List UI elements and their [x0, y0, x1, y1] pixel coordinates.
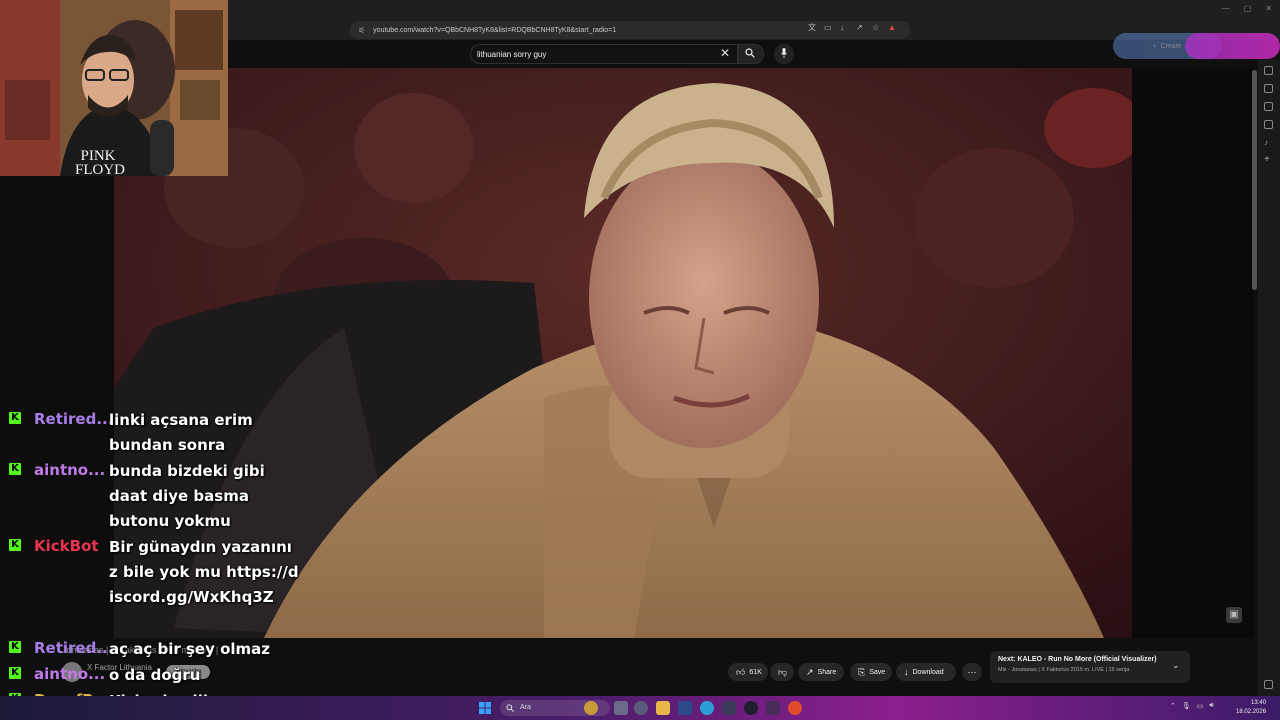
kick-chat-overlay: K Retired... linki açsana erim bundan so…: [0, 404, 300, 720]
taskbar-app-2[interactable]: [614, 701, 628, 715]
thumbs-up-icon: 👍︎: [736, 666, 746, 677]
like-button[interactable]: 👍︎ 61K: [728, 663, 768, 681]
chat-username: KickBot: [34, 537, 99, 555]
webcam-frame: PINK FLOYD: [0, 0, 228, 176]
download-label: Download: [912, 668, 944, 676]
system-tray: ⌃ 🎙︎ ▭ 🔊︎: [1170, 702, 1214, 710]
kick-badge-icon: K: [9, 641, 21, 653]
url-text: youtube.com/watch?v=QBbCNH8TyK8&list=RDQ…: [373, 26, 617, 34]
sidebar-icon-3[interactable]: [1264, 102, 1273, 111]
volume-icon[interactable]: 🔊︎: [1209, 702, 1213, 710]
search-input[interactable]: lithuanian sorry guy: [470, 44, 738, 64]
sidebar-icon-2[interactable]: [1264, 84, 1273, 93]
taskbar-app-10[interactable]: [788, 701, 802, 715]
windows-start-icon[interactable]: [479, 702, 491, 714]
create-label: Create: [1160, 42, 1182, 50]
notification-overlay: [1185, 33, 1280, 59]
edge-icon[interactable]: [700, 701, 714, 715]
chat-username: Retired...: [34, 639, 114, 657]
translate-icon[interactable]: 文: [808, 24, 816, 32]
search-icon: [506, 704, 514, 712]
chat-text: o da doğru: [109, 666, 201, 684]
mic-icon: [781, 48, 787, 58]
kick-badge-icon: K: [9, 667, 21, 679]
share-label: Share: [817, 668, 837, 676]
thumbs-down-icon: 👎︎: [778, 666, 788, 677]
download-button[interactable]: ↓ Download: [896, 663, 956, 681]
save-button[interactable]: ⎘ Save: [850, 663, 892, 681]
taskbar-app-8[interactable]: [744, 701, 758, 715]
sidebar-icon-1[interactable]: [1264, 66, 1273, 75]
kick-badge-icon: K: [9, 539, 21, 551]
settings-icon[interactable]: [1264, 680, 1273, 689]
taskbar-app-7[interactable]: [722, 701, 736, 715]
next-up-card[interactable]: Next: KALEO - Run No More (Official Visu…: [990, 651, 1190, 683]
share-button[interactable]: ↗ Share: [798, 663, 844, 681]
like-count: 61K: [749, 668, 762, 676]
right-dark-panel: [1132, 68, 1254, 638]
more-icon: ⋯: [967, 666, 977, 677]
dislike-button[interactable]: 👎︎: [770, 663, 794, 681]
download-icon[interactable]: ↓: [840, 24, 848, 32]
close-window-icon[interactable]: ✕: [1265, 4, 1272, 13]
taskbar-clock[interactable]: 13:40 18.02.2026: [1236, 699, 1266, 717]
maximize-icon[interactable]: ▢: [1244, 4, 1252, 13]
clear-search-icon[interactable]: ✕: [720, 47, 730, 59]
more-actions-button[interactable]: ⋯: [962, 663, 982, 681]
clock-date: 18.02.2026: [1236, 709, 1267, 715]
taskbar-app-1[interactable]: [584, 701, 598, 715]
download-arrow-icon: ↓: [904, 667, 909, 677]
window-controls: — ▢ ✕: [1222, 4, 1272, 13]
page-scrollbar[interactable]: [1252, 70, 1257, 290]
webcam-overlay: PINK FLOYD: [0, 0, 228, 176]
add-icon[interactable]: +: [1264, 154, 1273, 165]
browser-sidebar: ♪ +: [1258, 60, 1280, 720]
tray-chevron-icon[interactable]: ⌃: [1170, 702, 1176, 710]
sidebar-icon-4[interactable]: [1264, 120, 1273, 129]
taskbar-app-3[interactable]: [634, 701, 648, 715]
star-icon[interactable]: ☆: [872, 24, 880, 32]
chat-text: aç aç bir şey olmaz: [109, 640, 271, 658]
minimize-icon[interactable]: —: [1222, 4, 1230, 13]
share-page-icon[interactable]: ↗: [856, 24, 864, 32]
search-query: lithuanian sorry guy: [477, 49, 547, 59]
chat-text: linki açsana erim bundan sonra: [109, 411, 253, 454]
save-label: Save: [869, 668, 886, 676]
save-icon: ⎘: [858, 666, 866, 677]
chat-username: Retired...: [34, 410, 114, 428]
network-icon[interactable]: ▭: [1197, 702, 1204, 710]
pip-icon[interactable]: ▭: [824, 24, 832, 32]
address-bar-actions: 文 ▭ ↓ ↗ ☆ ▲: [808, 24, 896, 32]
miniplayer-icon[interactable]: ▣: [1226, 607, 1242, 623]
chat-username: aintno...: [34, 665, 106, 683]
taskbar-app-9[interactable]: [766, 701, 780, 715]
kick-badge-icon: K: [9, 412, 21, 424]
taskbar-app-5[interactable]: [678, 701, 692, 715]
music-icon[interactable]: ♪: [1264, 138, 1273, 147]
shirt-text-line2: FLOYD: [75, 162, 125, 176]
chat-text: bunda bizdeki gibi daat diye basma buton…: [109, 462, 265, 530]
plus-icon: +: [1152, 42, 1157, 50]
file-explorer-icon[interactable]: [656, 701, 670, 715]
chat-text: Bir günaydın yazanınız bile yok mu https…: [109, 538, 299, 606]
mic-tray-icon[interactable]: 🎙︎: [1182, 702, 1191, 710]
search-icon: [745, 48, 755, 58]
chat-username: aintno...: [34, 461, 106, 479]
next-up-title: Next: KALEO - Run No More (Official Visu…: [998, 656, 1157, 663]
clock-time: 13:40: [1251, 700, 1267, 706]
site-info-icon[interactable]: ⚟: [358, 26, 365, 35]
next-up-subtitle: Mix - Jonatanas | X Faktorius 2015 m. LI…: [998, 667, 1130, 673]
chevron-down-icon[interactable]: ⌄: [1172, 660, 1180, 671]
kick-badge-icon: K: [9, 463, 21, 475]
extension-icon[interactable]: ▲: [888, 24, 896, 32]
share-icon: ↗: [806, 666, 814, 677]
